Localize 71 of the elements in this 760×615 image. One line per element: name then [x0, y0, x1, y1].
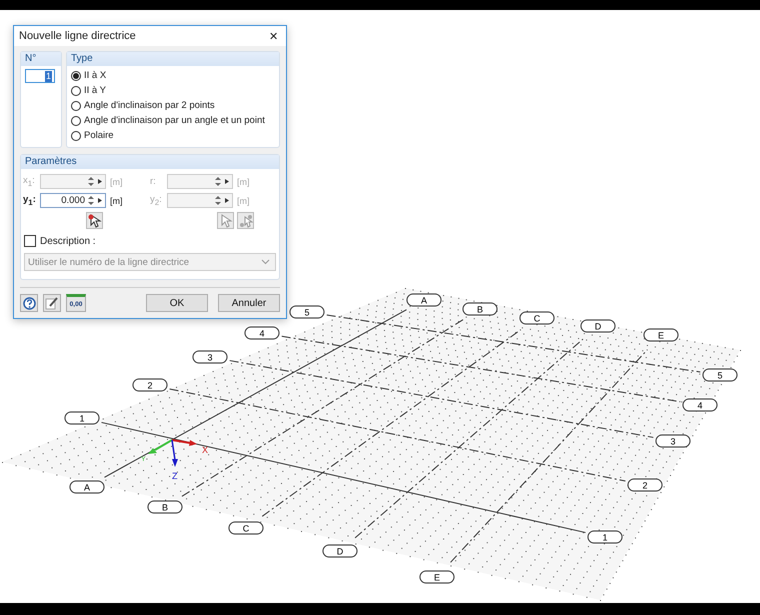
- grid-label: 2: [132, 378, 168, 392]
- close-button[interactable]: ✕: [261, 26, 286, 46]
- panel-header: N°: [21, 52, 61, 66]
- edit-button[interactable]: [43, 294, 61, 312]
- number-field[interactable]: 0.000: [40, 193, 106, 208]
- field-label: x$_{1}$:: [23, 175, 36, 188]
- grid-label: 5: [290, 306, 324, 318]
- grid-label: 3: [656, 434, 690, 448]
- grid-label: A: [406, 294, 442, 306]
- panel-header: Paramètres: [21, 155, 279, 169]
- pencil-icon: [45, 296, 59, 310]
- caret-icon[interactable]: [224, 195, 230, 206]
- radio-button[interactable]: [71, 86, 81, 96]
- radio-button[interactable]: [71, 70, 81, 80]
- number-field[interactable]: [40, 174, 106, 189]
- grid-label: B: [462, 302, 498, 316]
- field-label: y$_{1}$:: [23, 194, 37, 207]
- field-label: r:: [150, 176, 157, 187]
- radio-option[interactable]: II à X: [71, 69, 275, 82]
- cursor-pick-icon: [218, 214, 232, 228]
- two-point-pick-icon: [238, 214, 252, 228]
- chevron-down-icon: [261, 259, 270, 265]
- dialog-button[interactable]: Annuler: [218, 294, 280, 312]
- unit-label: [m]: [110, 196, 122, 206]
- grid-label: D: [322, 544, 358, 558]
- spinner-icon[interactable]: [214, 195, 222, 206]
- grid-label: 2: [628, 478, 662, 492]
- grid-label: 1: [588, 530, 622, 544]
- radio-option[interactable]: Angle d'inclinaison par 2 points: [71, 99, 275, 112]
- pick-button[interactable]: [86, 212, 103, 229]
- unit-label: [m]: [110, 176, 122, 186]
- number-field[interactable]: [167, 193, 233, 208]
- grid-label: D: [580, 320, 616, 332]
- grid-label: E: [420, 570, 454, 584]
- spinner-icon[interactable]: [214, 176, 222, 187]
- panel-header: Type: [67, 52, 279, 66]
- grid-label: E: [644, 328, 678, 342]
- radio-button[interactable]: [71, 100, 81, 110]
- number-field[interactable]: [167, 174, 233, 189]
- radio-button[interactable]: [71, 130, 81, 140]
- grid-label: A: [70, 480, 104, 494]
- radio-option[interactable]: II à Y: [71, 84, 275, 97]
- help-icon: [22, 296, 36, 310]
- axis-label: X: [202, 445, 208, 455]
- field-label: y$_{2}$:: [150, 194, 163, 207]
- radio-option[interactable]: Polaire: [71, 129, 275, 142]
- dialog-button[interactable]: OK: [146, 294, 208, 312]
- field-value: 0.000: [61, 195, 85, 206]
- grid-label: 3: [192, 350, 228, 364]
- cursor-pick-icon: [88, 214, 102, 228]
- grid-label: C: [228, 522, 264, 534]
- window-title: Nouvelle ligne directrice: [19, 30, 136, 42]
- grid-label: 1: [64, 412, 100, 424]
- spinner-icon[interactable]: [87, 176, 95, 187]
- grid-label: 5: [702, 368, 738, 382]
- grid-label: 4: [682, 398, 718, 412]
- number-field[interactable]: 1: [25, 69, 55, 83]
- axis-triad-drawing: [148, 439, 197, 467]
- caret-icon[interactable]: [97, 176, 103, 187]
- grid-label: B: [148, 500, 182, 514]
- radio-button[interactable]: [71, 116, 81, 126]
- help-button[interactable]: [20, 294, 38, 312]
- caret-icon[interactable]: [224, 176, 230, 187]
- unit-label: [m]: [237, 196, 250, 206]
- grid-label: 4: [244, 326, 280, 340]
- grid-label: C: [520, 312, 554, 324]
- spinner-icon[interactable]: [87, 195, 95, 206]
- unit-label: [m]: [237, 176, 250, 186]
- radio-option[interactable]: Angle d'inclinaison par un angle et un point: [71, 114, 275, 127]
- axis-label: Z: [172, 471, 178, 481]
- caret-icon[interactable]: [97, 195, 103, 206]
